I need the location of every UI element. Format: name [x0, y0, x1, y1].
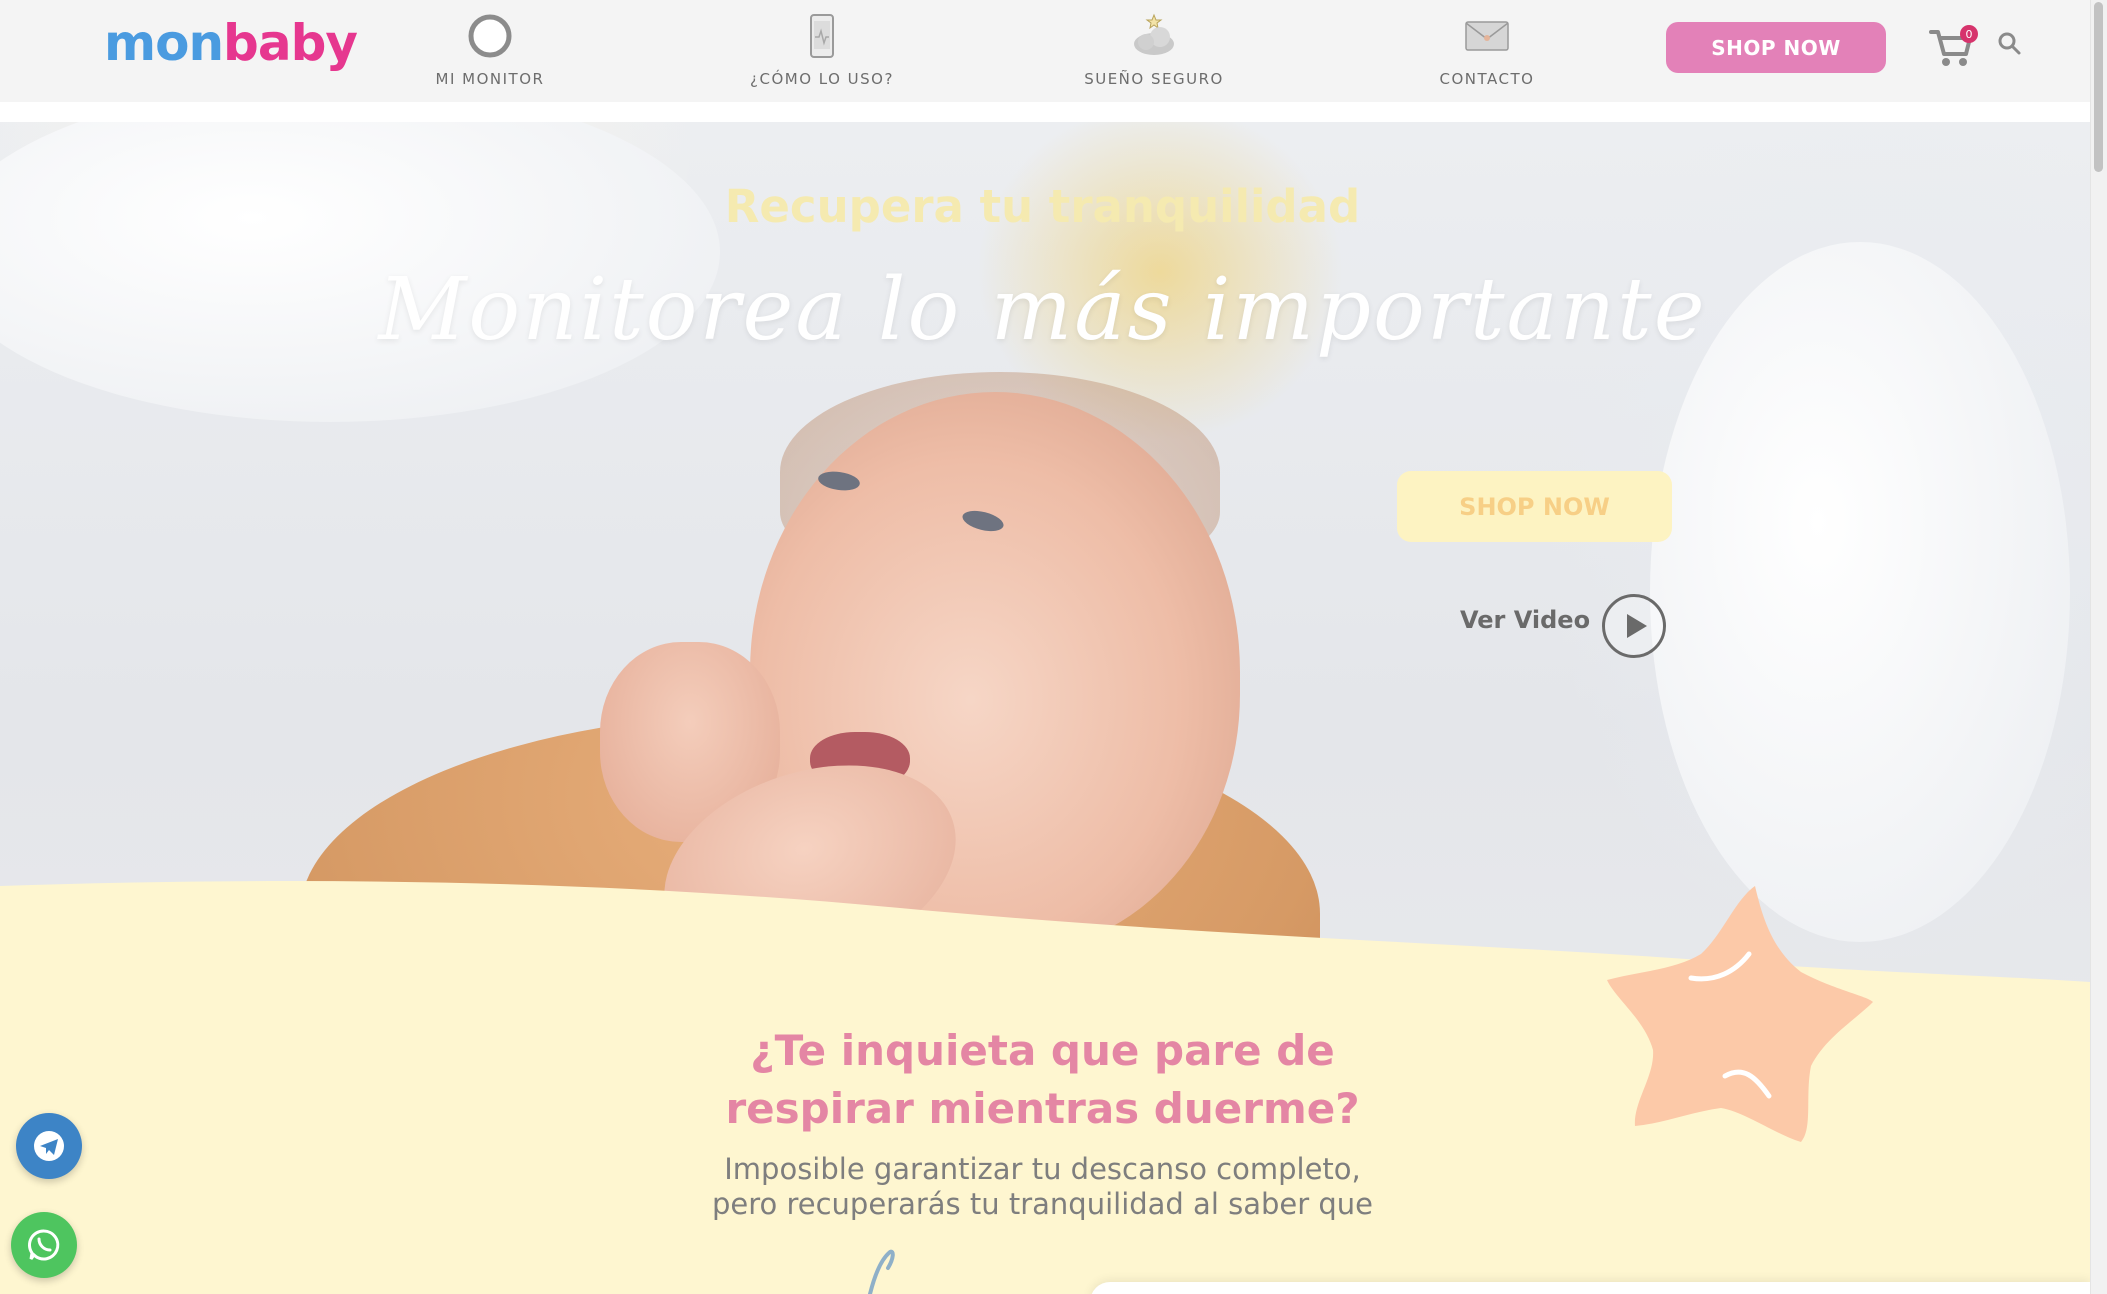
hero-shop-now-button[interactable]: SHOP NOW [1397, 471, 1672, 542]
nav-label-sueno-seguro: SUEÑO SEGURO [1084, 70, 1224, 88]
page-scrollbar[interactable] [2090, 0, 2107, 1294]
whatsapp-chat-button[interactable] [11, 1212, 77, 1278]
nav-sueno-seguro[interactable]: SUEÑO SEGURO [1044, 12, 1264, 88]
nav-label-como-lo-uso: ¿CÓMO LO USO? [750, 70, 894, 88]
script-flourish-decoration [868, 1249, 895, 1294]
cart-count-badge: 0 [1960, 25, 1978, 43]
monbaby-logo[interactable]: monbaby [104, 14, 358, 72]
envelope-icon [1465, 21, 1509, 51]
header-divider [0, 102, 2090, 122]
header-shop-now-button[interactable]: SHOP NOW [1666, 22, 1886, 73]
whatsapp-icon [28, 1229, 60, 1261]
section-question-heading: ¿Te inquieta que pare de respirar mientr… [0, 1022, 2085, 1138]
section-answer-text: Imposible garantizar tu descanso complet… [0, 1152, 2085, 1222]
search-icon[interactable] [1996, 30, 2022, 56]
nav-label-contacto: CONTACTO [1439, 70, 1535, 88]
nav-como-lo-uso[interactable]: ¿CÓMO LO USO? [712, 12, 932, 88]
answer-line-1: Imposible garantizar tu descanso complet… [724, 1152, 1361, 1186]
logo-mon: mon [104, 14, 224, 72]
monitor-ring-icon [468, 14, 512, 58]
phone-icon [810, 14, 834, 58]
hero-script-title: Monitorea lo más importante [378, 260, 1707, 360]
logo-baby: baby [223, 14, 358, 72]
site-header: monbaby MI MONITOR ¿CÓMO LO USO? SUEÑO S… [0, 0, 2090, 102]
ver-video-link[interactable]: Ver Video [1460, 606, 1590, 634]
play-icon [1627, 614, 1647, 638]
answer-line-2: pero recuperarás tu tranquilidad al sabe… [711, 1187, 1374, 1221]
scrollbar-thumb[interactable] [2094, 2, 2103, 172]
telegram-icon [34, 1131, 64, 1161]
nav-mi-monitor[interactable]: MI MONITOR [380, 12, 600, 88]
nav-label-mi-monitor: MI MONITOR [435, 70, 545, 88]
content-card-edge [1090, 1282, 2090, 1294]
play-video-button[interactable] [1602, 594, 1666, 658]
telegram-chat-button[interactable] [16, 1113, 82, 1179]
hero-subtitle: Recupera tu tranquilidad [724, 180, 1361, 233]
question-text: ¿Te inquieta que pare de respirar mientr… [725, 1026, 1360, 1133]
sleep-cloud-icon [1134, 13, 1174, 55]
nav-contacto[interactable]: CONTACTO [1377, 12, 1597, 88]
